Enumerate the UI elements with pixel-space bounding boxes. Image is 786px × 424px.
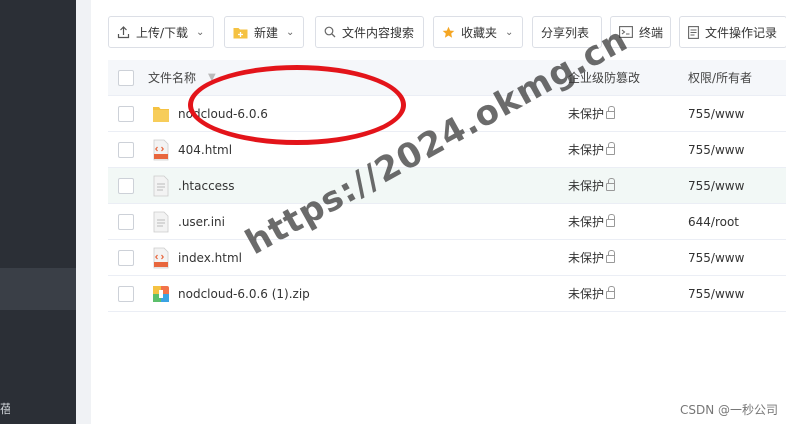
sidebar: 蓓	[0, 0, 76, 424]
search-icon	[324, 26, 336, 38]
permissions-owner[interactable]: 644/root	[688, 204, 739, 240]
tamper-status[interactable]: 未保护	[568, 132, 616, 168]
zip-file-icon	[152, 283, 170, 305]
file-name[interactable]: .user.ini	[178, 204, 225, 240]
tamper-status-label: 未保护	[568, 107, 605, 121]
row-checkbox[interactable]	[118, 214, 134, 230]
row-checkbox[interactable]	[118, 286, 134, 302]
lock-icon	[606, 178, 616, 191]
permissions-owner[interactable]: 755/www	[688, 96, 744, 132]
file-name[interactable]: index.html	[178, 240, 242, 276]
table-row[interactable]: index.html 未保护 755/www	[108, 240, 786, 276]
file-operation-log-button[interactable]: 文件操作记录	[679, 16, 786, 48]
new-button[interactable]: 新建 ⌄	[224, 16, 304, 48]
permissions-owner[interactable]: 755/www	[688, 168, 744, 204]
new-folder-icon	[233, 26, 248, 39]
terminal-button[interactable]: 终端	[610, 16, 671, 48]
toolbar: 上传/下载 ⌄ 新建 ⌄ 文件内容搜索 收藏夹 ⌄ 分享列表 终端 文件操作记录	[108, 16, 786, 48]
text-file-icon	[152, 211, 170, 233]
row-checkbox[interactable]	[118, 106, 134, 122]
upload-download-button[interactable]: 上传/下载 ⌄	[108, 16, 214, 48]
tamper-status-label: 未保护	[568, 179, 605, 193]
table-row[interactable]: .user.ini 未保护 644/root	[108, 204, 786, 240]
folder-icon	[152, 103, 170, 125]
lock-icon	[606, 142, 616, 155]
upload-icon	[117, 25, 130, 39]
table-header: 文件名称 ▼ 企业级防篡改 权限/所有者	[108, 60, 786, 96]
tamper-status-label: 未保护	[568, 215, 605, 229]
lock-icon	[606, 286, 616, 299]
file-manager-panel: 上传/下载 ⌄ 新建 ⌄ 文件内容搜索 收藏夹 ⌄ 分享列表 终端 文件操作记录…	[91, 0, 786, 424]
header-tamper-protection: 企业级防篡改	[568, 71, 641, 85]
permissions-owner[interactable]: 755/www	[688, 240, 744, 276]
table-row[interactable]: nodcloud-6.0.6 未保护 755/www	[108, 96, 786, 132]
table-row[interactable]: .htaccess 未保护 755/www	[108, 168, 786, 204]
html-file-icon	[152, 139, 170, 161]
terminal-icon	[619, 26, 633, 38]
table-row[interactable]: nodcloud-6.0.6 (1).zip 未保护 755/www	[108, 276, 786, 312]
tamper-status[interactable]: 未保护	[568, 204, 616, 240]
sort-icon[interactable]: ▼	[208, 60, 216, 96]
tamper-status-label: 未保护	[568, 143, 605, 157]
chevron-down-icon: ⌄	[505, 26, 514, 38]
tamper-status[interactable]: 未保护	[568, 96, 616, 132]
upload-download-label: 上传/下载	[136, 25, 189, 40]
tamper-status[interactable]: 未保护	[568, 276, 616, 312]
file-name[interactable]: .htaccess	[178, 168, 235, 204]
tamper-status[interactable]: 未保护	[568, 240, 616, 276]
credit-text: CSDN @一秒公司	[679, 403, 778, 417]
tamper-status-label: 未保护	[568, 251, 605, 265]
terminal-label: 终端	[639, 25, 664, 40]
header-permissions-owner: 权限/所有者	[688, 71, 753, 85]
lock-icon	[606, 106, 616, 119]
share-list-button[interactable]: 分享列表	[532, 16, 602, 48]
share-list-label: 分享列表	[541, 25, 590, 40]
log-icon	[688, 25, 699, 39]
file-name[interactable]: 404.html	[178, 132, 232, 168]
chevron-down-icon: ⌄	[196, 26, 205, 38]
star-icon	[442, 26, 455, 39]
html-file-icon	[152, 247, 170, 269]
new-label: 新建	[254, 25, 279, 40]
tamper-status[interactable]: 未保护	[568, 168, 616, 204]
text-file-icon	[152, 175, 170, 197]
tamper-status-label: 未保护	[568, 287, 605, 301]
lock-icon	[606, 214, 616, 227]
file-content-search-button[interactable]: 文件内容搜索	[315, 16, 424, 48]
row-checkbox[interactable]	[118, 250, 134, 266]
header-file-name[interactable]: 文件名称	[148, 60, 196, 96]
sidebar-active-item[interactable]	[0, 268, 76, 310]
chevron-down-icon: ⌄	[286, 26, 295, 38]
permissions-owner[interactable]: 755/www	[688, 276, 744, 312]
favorites-label: 收藏夹	[461, 25, 498, 40]
file-name[interactable]: nodcloud-6.0.6	[178, 96, 268, 132]
content-gutter	[76, 0, 91, 424]
sidebar-item-label: 蓓	[0, 402, 10, 416]
row-checkbox[interactable]	[118, 178, 134, 194]
favorites-button[interactable]: 收藏夹 ⌄	[433, 16, 523, 48]
file-name[interactable]: nodcloud-6.0.6 (1).zip	[178, 276, 310, 312]
permissions-owner[interactable]: 755/www	[688, 132, 744, 168]
file-operation-log-label: 文件操作记录	[705, 25, 778, 40]
select-all-checkbox[interactable]	[118, 70, 134, 86]
row-checkbox[interactable]	[118, 142, 134, 158]
table-row[interactable]: 404.html 未保护 755/www	[108, 132, 786, 168]
lock-icon	[606, 250, 616, 263]
search-label: 文件内容搜索	[342, 25, 415, 40]
